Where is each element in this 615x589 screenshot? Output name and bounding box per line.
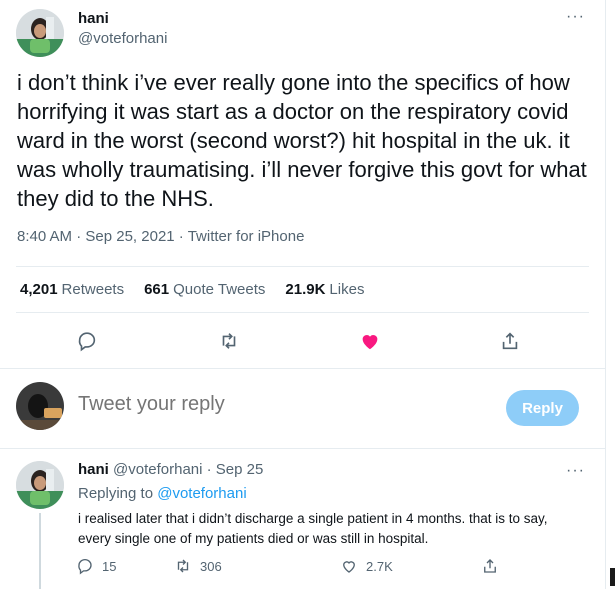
divider [0,448,605,449]
scrollbar[interactable] [605,0,615,589]
retweets-count: 4,201 [20,281,58,298]
tweet-actions-bar [0,324,605,360]
comment-icon [78,558,92,575]
tweet-detail-page: hani @voteforhani ··· i don’t think i’ve… [0,0,605,589]
more-options-icon[interactable]: ··· [566,8,585,26]
reply-author-avatar[interactable] [16,461,64,509]
reply-more-options-icon[interactable]: ··· [566,462,585,480]
current-user-avatar[interactable] [16,382,64,430]
thread-line [39,513,41,589]
share-icon[interactable] [499,330,523,354]
likes-label: Likes [329,281,365,298]
reply-comment-action[interactable]: 15 [76,557,116,575]
quotes-stat[interactable]: 661 Quote Tweets [144,281,265,298]
tweet-time[interactable]: 8:40 AM [17,228,72,245]
reply-count: 15 [102,558,117,574]
divider [16,266,589,267]
reply-actions-bar: 15 306 2.7K [76,557,516,581]
heart-icon [343,561,355,573]
author-avatar[interactable] [16,9,64,57]
reply-like-action[interactable]: 2.7K [340,557,393,575]
likes-count: 21.9K [285,281,326,298]
heart-filled-icon[interactable] [359,330,383,354]
tweet-text: i don’t think i’ve ever really gone into… [17,70,587,211]
quotes-label: Quote Tweets [173,281,266,298]
engagement-stats: 4,201 Retweets 661 Quote Tweets 21.9K Likes [20,281,364,298]
meta-separator: · [72,228,86,245]
reply-button[interactable]: Reply [506,390,579,426]
reply-input[interactable] [78,393,478,416]
author-handle[interactable]: @voteforhani [78,30,167,47]
tweet-source[interactable]: Twitter for iPhone [188,228,305,245]
author-block[interactable]: hani @voteforhani [78,10,167,47]
author-display-name[interactable]: hani [78,10,167,27]
tweet-date[interactable]: Sep 25, 2021 [85,228,174,245]
comment-icon[interactable] [76,330,100,354]
meta-separator: · [174,228,188,245]
replying-to: Replying to @voteforhani [78,485,247,502]
retweet-icon [177,559,189,573]
replying-handle-link[interactable]: @voteforhani [157,485,246,502]
share-icon [484,559,496,573]
like-count: 2.7K [366,558,393,574]
retweet-count: 306 [200,558,222,574]
reply-handle-date[interactable]: @voteforhani · Sep 25 [113,461,263,478]
reply-share-action[interactable] [481,557,499,575]
tweet-meta: 8:40 AM · Sep 25, 2021 · Twitter for iPh… [17,228,304,245]
replying-prefix: Replying to [78,485,154,502]
reply-text: i realised later that i didn’t discharge… [78,511,548,546]
retweets-label: Retweets [61,281,125,298]
reply-retweet-action[interactable]: 306 [174,557,222,575]
reply-header: hani @voteforhani · Sep 25 [78,461,263,478]
likes-stat[interactable]: 21.9K Likes [285,281,364,298]
divider [0,368,605,369]
divider [16,312,589,313]
retweet-icon[interactable] [218,330,242,354]
quotes-count: 661 [144,281,170,298]
retweets-stat[interactable]: 4,201 Retweets [20,281,124,298]
scrollbar-thumb[interactable] [610,568,615,586]
reply-author-name[interactable]: hani [78,461,109,478]
